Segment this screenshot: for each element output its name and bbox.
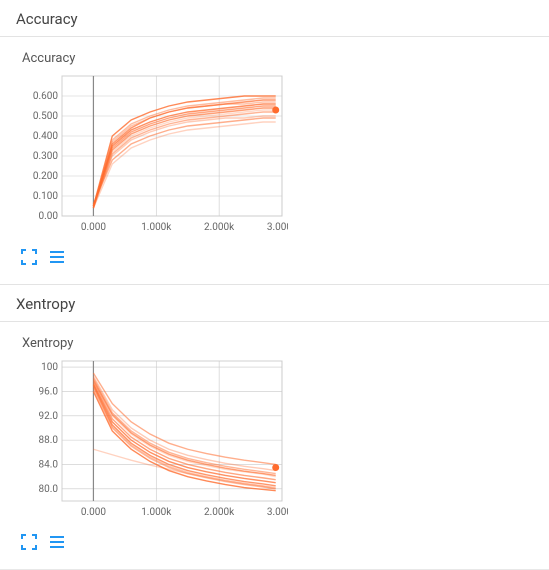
svg-text:92.0: 92.0 bbox=[39, 411, 59, 422]
expand-icon[interactable] bbox=[20, 248, 38, 266]
svg-text:0.000: 0.000 bbox=[81, 222, 106, 233]
svg-text:100: 100 bbox=[41, 362, 58, 373]
svg-text:2.000k: 2.000k bbox=[204, 507, 235, 518]
svg-text:0.600: 0.600 bbox=[33, 91, 58, 102]
chart-title-accuracy: Accuracy bbox=[22, 51, 549, 66]
svg-text:88.0: 88.0 bbox=[39, 435, 59, 446]
chart-title-xentropy: Xentropy bbox=[22, 336, 549, 351]
svg-text:0.500: 0.500 bbox=[33, 111, 58, 122]
chart-accuracy[interactable]: 0.00 0.100 0.200 0.300 0.400 0.500 0.600 0.000 1… bbox=[18, 70, 288, 240]
svg-text:0.400: 0.400 bbox=[33, 131, 58, 142]
svg-text:0.000: 0.000 bbox=[81, 507, 106, 518]
chart-toolbar-accuracy bbox=[20, 248, 549, 266]
svg-text:3.000k: 3.000k bbox=[267, 222, 288, 233]
chart-toolbar-xentropy bbox=[20, 533, 549, 551]
chart-card-accuracy: Accuracy 0.000.1000.2000.3000.4000.5000.… bbox=[0, 37, 549, 284]
svg-text:0.300: 0.300 bbox=[33, 151, 58, 162]
svg-text:84.0: 84.0 bbox=[39, 459, 59, 470]
chart-card-xentropy: Xentropy 80.0 84.0 88.0 92.0 96.0 100 0.000 1.0… bbox=[0, 322, 549, 569]
svg-text:1.000k: 1.000k bbox=[141, 222, 172, 233]
svg-text:1.000k: 1.000k bbox=[141, 507, 172, 518]
svg-text:2.000k: 2.000k bbox=[204, 222, 235, 233]
svg-text:96.0: 96.0 bbox=[39, 386, 59, 397]
expand-icon[interactable] bbox=[20, 533, 38, 551]
svg-text:0.200: 0.200 bbox=[33, 171, 58, 182]
svg-text:0.100: 0.100 bbox=[33, 191, 58, 202]
svg-text:3.000k: 3.000k bbox=[267, 507, 288, 518]
svg-text:0.00: 0.00 bbox=[39, 211, 59, 222]
svg-text:80.0: 80.0 bbox=[39, 484, 59, 495]
list-icon[interactable] bbox=[48, 248, 66, 266]
list-icon[interactable] bbox=[48, 533, 66, 551]
chart-xentropy[interactable]: 80.0 84.0 88.0 92.0 96.0 100 0.000 1.000k 2.000k… bbox=[18, 355, 288, 525]
section-header-accuracy[interactable]: Accuracy bbox=[0, 0, 549, 37]
section-header-xentropy[interactable]: Xentropy bbox=[0, 284, 549, 322]
